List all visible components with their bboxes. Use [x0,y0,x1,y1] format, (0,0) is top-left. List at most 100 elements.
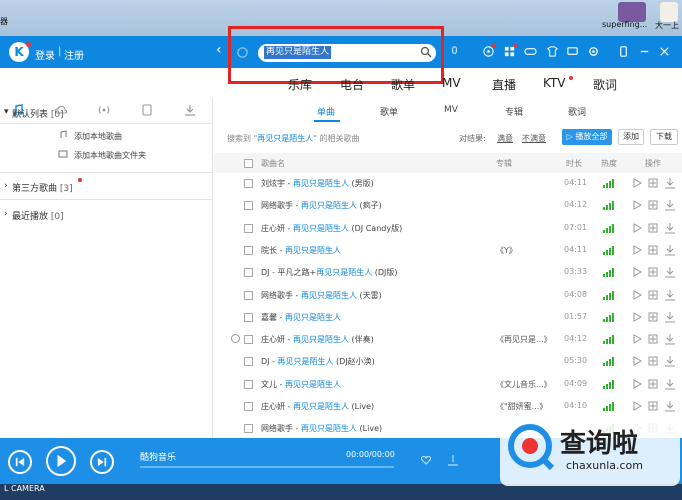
register-link[interactable]: 注册 [64,47,84,62]
row-actions[interactable] [632,289,682,301]
third-party-header[interactable]: › [4,181,8,191]
recent-header[interactable]: › [4,209,8,219]
settings-icon[interactable] [587,45,600,58]
download-button[interactable]: 下载 [650,129,678,145]
song-title[interactable]: DJ - 再见只是陌生人 (DJ赵小涣) [261,356,375,367]
table-row[interactable]: 网络歌手 - 再见只是陌生人 (疯子) 04:12 [214,195,682,217]
minimize-icon[interactable] [638,45,651,58]
third-party-title[interactable]: 第三方歌曲 [3] [12,181,73,194]
table-row[interactable]: 庄心妍 - 再见只是陌生人 (伴奏) 《再见只是...》 04:12 [214,329,682,351]
message-icon[interactable] [566,45,579,58]
tab-mv[interactable]: MV [442,76,461,90]
song-title[interactable]: 网络歌手 - 再见只是陌生人 (天雷) [261,290,382,301]
tab-playlist[interactable]: 歌单 [391,76,415,93]
desktop-icon-document[interactable] [660,2,678,22]
song-album[interactable]: 《再见只是...》 [496,334,552,345]
song-title[interactable]: DJ - 平凡之路+再见只是陌生人 (DJ版) [261,267,398,278]
row-actions[interactable] [632,222,682,234]
close-icon[interactable] [658,45,671,58]
col-duration: 时长 [566,159,582,168]
tab-library[interactable]: 乐库 [288,76,312,93]
default-list-header[interactable]: ▾ [4,107,9,117]
play-all-button[interactable]: ▷ 播放全部 [562,129,612,145]
satisfied-link[interactable]: 满意 [497,133,513,144]
row-actions[interactable] [632,199,682,211]
expand-chevron-icon[interactable] [231,334,240,343]
row-checkbox[interactable] [244,179,253,188]
player-download-icon[interactable] [447,454,459,466]
song-title[interactable]: 庄心妍 - 再见只是陌生人 (伴奏) [261,334,374,345]
play-pause-icon[interactable] [46,446,76,476]
row-checkbox[interactable] [244,201,253,210]
song-title[interactable]: 网络歌手 - 再见只是陌生人 (疯子) [261,200,382,211]
table-row[interactable]: 庄心妍 - 再见只是陌生人 (Live) 《"甜妍蜜...》 04:10 [214,396,682,418]
add-local-folder-link[interactable]: 添加本地歌曲文件夹 [74,150,146,161]
song-album[interactable]: 《Y》 [496,245,517,256]
row-actions[interactable] [632,177,682,189]
shirt-icon[interactable] [546,45,559,58]
table-row[interactable]: 庄心妍 - 再见只是陌生人 (DJ Candy版) 07:01 [214,218,682,240]
table-row[interactable]: 文儿 - 再见只是陌生人 《文儿音乐...》 04:09 [214,374,682,396]
tab-radio[interactable]: 电台 [340,76,364,93]
row-checkbox[interactable] [244,224,253,233]
song-album[interactable]: 《文儿音乐...》 [496,379,552,390]
select-all-checkbox[interactable] [244,159,253,168]
unsatisfied-link[interactable]: 不满意 [522,133,546,144]
default-list-title[interactable]: 默认列表 [0] [12,107,64,120]
device-icon[interactable] [140,103,154,117]
tab-ktv[interactable]: KTV [543,76,565,90]
desktop-icon-app[interactable] [618,2,646,22]
row-actions[interactable] [632,244,682,256]
subtab-mv[interactable]: MV [444,105,458,115]
download-icon[interactable] [183,103,197,117]
row-checkbox[interactable] [244,268,253,277]
wireless-icon[interactable] [97,103,111,117]
row-actions[interactable] [632,378,682,390]
previous-icon[interactable] [8,450,32,474]
song-title[interactable]: 网络歌手 - 再见只是陌生人 (Live) [261,423,382,434]
row-checkbox[interactable] [244,335,253,344]
subtab-albums[interactable]: 专辑 [505,105,523,118]
subtab-songs[interactable]: 单曲 [317,105,335,118]
song-title[interactable]: 文儿 - 再见只是陌生人 [261,379,341,390]
song-title[interactable]: 嘉馨 - 再见只是陌生人 [261,312,341,323]
row-actions[interactable] [632,400,682,412]
row-checkbox[interactable] [244,313,253,322]
gamepad-icon[interactable] [524,45,537,58]
row-checkbox[interactable] [244,424,253,433]
table-row[interactable]: 网络歌手 - 再见只是陌生人 (天雷) 04:08 [214,285,682,307]
row-actions[interactable] [632,311,682,323]
mobile-icon[interactable] [617,45,630,58]
row-actions[interactable] [632,333,682,345]
row-checkbox[interactable] [244,357,253,366]
row-actions[interactable] [632,266,682,278]
song-title[interactable]: 庄心妍 - 再见只是陌生人 (Live) [261,401,374,412]
row-checkbox[interactable] [244,380,253,389]
subtab-playlists[interactable]: 歌单 [380,105,398,118]
next-icon[interactable] [90,450,114,474]
microphone-icon[interactable] [448,45,461,58]
row-checkbox[interactable] [244,246,253,255]
table-row[interactable]: 院长 - 再见只是陌生人 《Y》 04:11 [214,240,682,262]
tab-lyrics[interactable]: 歌词 [593,76,617,93]
back-arrow-icon[interactable]: ‹ [216,42,222,58]
progress-bar[interactable] [140,466,394,468]
song-title[interactable]: 刘炫宇 - 再见只是陌生人 (男版) [261,178,374,189]
login-link[interactable]: 登录 [35,47,55,62]
song-album[interactable]: 《"甜妍蜜...》 [496,401,547,412]
table-row[interactable]: DJ - 平凡之路+再见只是陌生人 (DJ版) 03:33 [214,262,682,284]
tab-live[interactable]: 直播 [492,76,516,93]
add-local-song-link[interactable]: 添加本地歌曲 [74,131,122,142]
subtab-lyrics[interactable]: 歌词 [568,105,586,118]
song-title[interactable]: 庄心妍 - 再见只是陌生人 (DJ Candy版) [261,223,402,234]
add-button[interactable]: 添加 [618,129,644,145]
row-checkbox[interactable] [244,402,253,411]
heart-icon[interactable] [420,454,432,466]
table-row[interactable]: 嘉馨 - 再见只是陌生人 01:57 [214,307,682,329]
song-title[interactable]: 院长 - 再见只是陌生人 [261,245,341,256]
table-row[interactable]: DJ - 再见只是陌生人 (DJ赵小涣) 05:30 [214,351,682,373]
row-actions[interactable] [632,355,682,367]
table-row[interactable]: 刘炫宇 - 再见只是陌生人 (男版) 04:11 [214,173,682,195]
row-checkbox[interactable] [244,291,253,300]
recent-title[interactable]: 最近播放 [0] [12,209,64,222]
